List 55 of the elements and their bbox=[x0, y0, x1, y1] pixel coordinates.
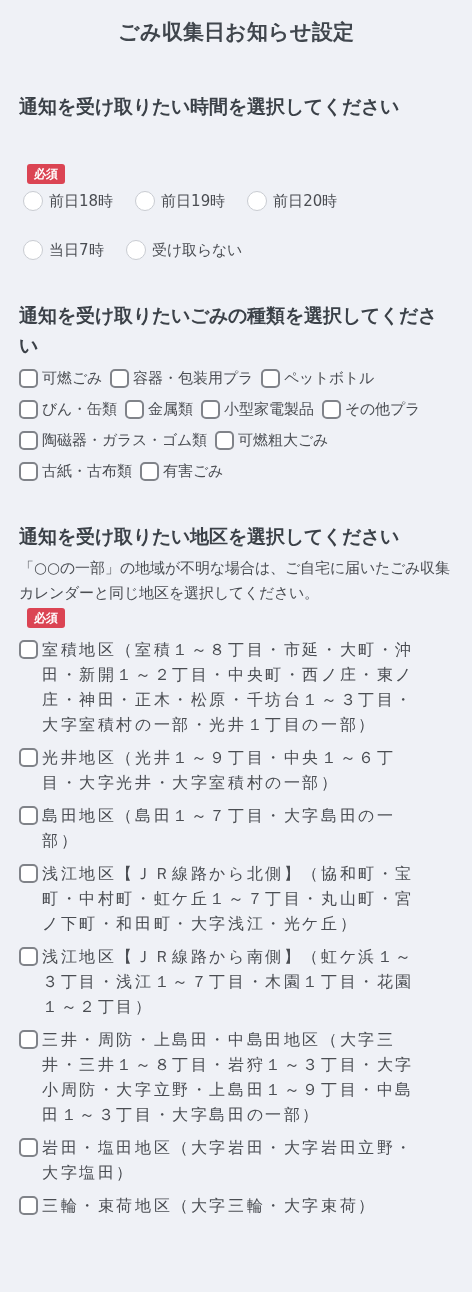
checkbox[interactable] bbox=[261, 369, 280, 388]
checkbox[interactable] bbox=[19, 462, 38, 481]
checkbox[interactable] bbox=[110, 369, 129, 388]
checkbox[interactable] bbox=[19, 947, 38, 966]
section-heading: 通知を受け取りたい時間を選択してください bbox=[19, 95, 400, 119]
checkbox[interactable] bbox=[19, 748, 38, 767]
checkbox[interactable] bbox=[19, 864, 38, 883]
radio-button[interactable] bbox=[23, 191, 43, 211]
checkbox[interactable] bbox=[215, 431, 234, 450]
district-label: 浅江地区【ＪＲ線路から南側】（虹ケ浜１～３丁目・浅江１～７丁目・木園１丁目・花園１～２丁目） bbox=[42, 947, 414, 1018]
checkbox[interactable] bbox=[19, 369, 38, 388]
option-label: 前日19時 bbox=[161, 191, 226, 212]
option-label: 当日7時 bbox=[49, 240, 104, 261]
option-label: 前日20時 bbox=[273, 191, 338, 212]
district-label: 岩田・塩田地区（大字岩田・大字岩田立野・大字塩田） bbox=[42, 1138, 414, 1184]
district-label: 光井地区（光井１～９丁目・中央１～６丁目・大字光井・大字室積村の一部） bbox=[42, 748, 397, 794]
section-heading: 通知を受け取りたいごみの種類を選択してください bbox=[19, 304, 438, 358]
checkbox[interactable] bbox=[19, 1196, 38, 1215]
district-label: 島田地区（島田１～７丁目・大字島田の一部） bbox=[42, 806, 397, 852]
checkbox[interactable] bbox=[140, 462, 159, 481]
district-label: 浅江地区【ＪＲ線路から北側】（協和町・宝町・中村町・虹ケ丘１～７丁目・丸山町・宮ノ下町・和田町・大字浅江・光ケ丘） bbox=[42, 864, 414, 935]
district-label: 三井・周防・上島田・中島田地区（大字三井・三井１～８丁目・岩狩１～３丁目・大字小周防・大字立野・上島田１～９丁目・中島田１～３丁目・大字島田の一部） bbox=[42, 1030, 414, 1126]
required-badge: 必須 bbox=[27, 164, 65, 184]
radio-button[interactable] bbox=[23, 240, 43, 260]
page-title: ごみ収集日お知らせ設定 bbox=[117, 19, 355, 46]
required-badge: 必須 bbox=[27, 608, 65, 628]
checkbox[interactable] bbox=[19, 640, 38, 659]
radio-button[interactable] bbox=[247, 191, 268, 211]
option-label: 陶磁器・ガラス・ゴム類 bbox=[42, 430, 207, 451]
checkbox[interactable] bbox=[19, 1030, 38, 1049]
checkbox[interactable] bbox=[19, 806, 38, 825]
radio-button[interactable] bbox=[135, 191, 156, 211]
option-label: 小型家電製品 bbox=[224, 399, 314, 420]
option-label: 古紙・古布類 bbox=[42, 461, 132, 482]
option-label: ペットボトル bbox=[284, 368, 374, 389]
option-label: 可燃粗大ごみ bbox=[238, 430, 328, 451]
section-heading: 通知を受け取りたい地区を選択してください bbox=[19, 525, 400, 549]
option-label: 受け取らない bbox=[151, 240, 242, 261]
checkbox[interactable] bbox=[19, 400, 38, 419]
option-label: びん・缶類 bbox=[42, 399, 117, 420]
radio-button[interactable] bbox=[125, 240, 146, 260]
option-label: その他プラ bbox=[345, 399, 420, 420]
checkbox[interactable] bbox=[125, 400, 144, 419]
checkbox[interactable] bbox=[322, 400, 341, 419]
checkbox[interactable] bbox=[19, 1138, 38, 1157]
checkbox[interactable] bbox=[201, 400, 220, 419]
option-label: 可燃ごみ bbox=[42, 368, 102, 389]
checkbox[interactable] bbox=[19, 431, 38, 450]
district-label: 三輪・束荷地区（大字三輪・大字束荷） bbox=[42, 1196, 378, 1217]
option-label: 容器・包装用プラ bbox=[133, 368, 253, 389]
option-label: 有害ごみ bbox=[163, 461, 223, 482]
option-label: 前日18時 bbox=[49, 191, 114, 212]
option-label: 金属類 bbox=[148, 399, 193, 420]
district-label: 室積地区（室積１～８丁目・市延・大町・沖田・新開１～２丁目・中央町・西ノ庄・東ノ庄・神田・正木・松原・千坊台１～３丁目・大字室積村の一部・光井１丁目の一部） bbox=[42, 640, 414, 736]
note-text: 「○○の一部」の地域が不明な場合は、ご自宅に届いたごみ収集カレンダーと同じ地区を選択してください。 bbox=[19, 558, 452, 604]
